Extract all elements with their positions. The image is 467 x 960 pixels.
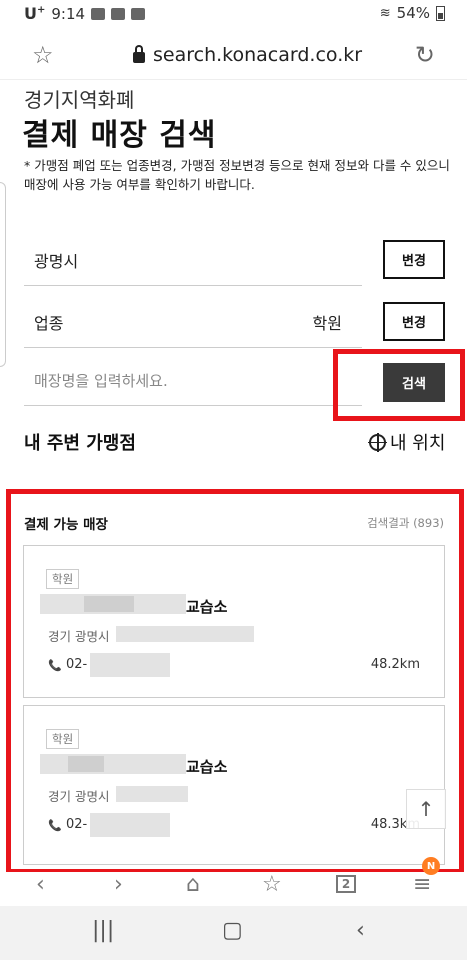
notice-text: * 가맹점 폐업 또는 업종변경, 가맹점 정보변경 등으로 현재 정보와 다를… bbox=[24, 158, 450, 192]
home-icon[interactable]: ⌂ bbox=[186, 872, 200, 897]
address-field[interactable]: search.konacard.co.kr bbox=[133, 44, 362, 66]
crosshair-icon bbox=[368, 432, 387, 452]
scroll-top-button[interactable]: ↑ bbox=[406, 789, 446, 829]
my-location-button[interactable]: 내 위치 bbox=[368, 429, 446, 455]
wifi-icon: ≋ bbox=[379, 5, 391, 21]
system-nav-bar: ||| ▢ ‹ bbox=[0, 906, 467, 960]
menu-icon[interactable]: ≡ bbox=[413, 872, 431, 897]
highlight-results bbox=[6, 489, 464, 874]
region-change-button[interactable]: 변경 bbox=[383, 240, 445, 279]
category-change-button[interactable]: 변경 bbox=[383, 302, 445, 341]
store-name-input[interactable]: 매장명을 입력하세요. bbox=[24, 356, 362, 406]
lock-icon bbox=[133, 44, 145, 63]
category-label: 업종 bbox=[34, 314, 64, 333]
store-name-placeholder: 매장명을 입력하세요. bbox=[34, 372, 168, 390]
region-row: 광명시 bbox=[24, 236, 362, 286]
reload-icon[interactable]: ↻ bbox=[415, 41, 435, 69]
forward-icon[interactable]: › bbox=[114, 872, 123, 897]
network-icon bbox=[131, 7, 146, 20]
gallery-icon bbox=[91, 7, 106, 20]
notification-badge: N bbox=[422, 857, 440, 875]
carrier-label: U+ bbox=[24, 4, 46, 23]
nearby-title: 내 주변 가맹점 bbox=[24, 433, 136, 454]
clock: 9:14 bbox=[51, 4, 86, 23]
tabs-button[interactable]: 2 bbox=[336, 875, 356, 893]
bookmark-star-icon[interactable]: ☆ bbox=[32, 41, 54, 69]
browser-bottom-nav: ‹ › ⌂ ☆ 2 ≡ bbox=[0, 872, 467, 906]
category-row: 업종 학원 bbox=[24, 298, 362, 348]
bookmarks-icon[interactable]: ☆ bbox=[262, 872, 282, 897]
status-bar: U+ 9:14 ≋ 54% bbox=[0, 0, 467, 30]
battery-percent: 54% bbox=[396, 4, 430, 22]
my-location-label: 내 위치 bbox=[390, 433, 446, 454]
region-value: 광명시 bbox=[34, 252, 79, 271]
edge-panel-handle[interactable] bbox=[0, 182, 6, 367]
page-title: 결제 매장 검색 bbox=[22, 118, 217, 153]
battery-icon bbox=[436, 5, 445, 21]
back-icon[interactable]: ‹ bbox=[36, 872, 45, 897]
system-back-icon[interactable]: ‹ bbox=[356, 918, 365, 943]
category-value: 학원 bbox=[312, 314, 342, 333]
url-text: search.konacard.co.kr bbox=[153, 44, 363, 66]
twitter-icon bbox=[111, 7, 126, 20]
page-subtitle: 경기지역화폐 bbox=[24, 88, 135, 112]
home-button-icon[interactable]: ▢ bbox=[222, 918, 243, 943]
highlight-search-button bbox=[333, 349, 465, 421]
recent-apps-icon[interactable]: ||| bbox=[92, 918, 114, 943]
browser-url-bar: ☆ search.konacard.co.kr ↻ bbox=[0, 30, 467, 80]
